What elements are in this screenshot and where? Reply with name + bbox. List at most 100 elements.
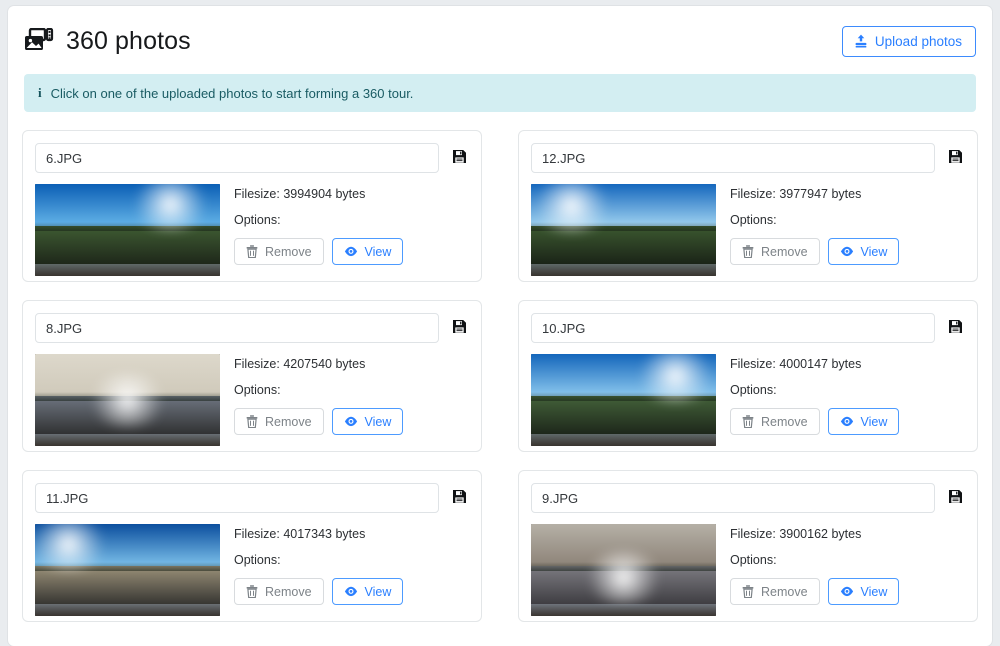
options-label: Options:: [730, 553, 777, 567]
save-button[interactable]: [449, 487, 469, 509]
view-label: View: [860, 244, 888, 259]
photo-card-body: Filesize: 4207540 bytes Options: Remove …: [35, 354, 469, 446]
info-alert-message: Click on one of the uploaded photos to s…: [50, 85, 414, 101]
photo-thumbnail[interactable]: [531, 184, 716, 276]
save-button[interactable]: [945, 487, 965, 509]
save-button[interactable]: [945, 147, 965, 169]
filename-input[interactable]: [531, 143, 935, 173]
photo-thumbnail[interactable]: [35, 354, 220, 446]
eye-icon: [344, 246, 358, 257]
view-button[interactable]: View: [331, 578, 404, 605]
eye-icon: [840, 246, 854, 257]
options-label: Options:: [730, 213, 777, 227]
thumbnail-horizon: [35, 561, 220, 571]
remove-label: Remove: [761, 584, 808, 599]
save-floppy-icon: [948, 149, 963, 167]
save-floppy-icon: [452, 319, 467, 337]
upload-icon: [854, 34, 868, 48]
upload-photos-button[interactable]: Upload photos: [841, 25, 976, 57]
photo-card: Filesize: 3994904 bytes Options:: [22, 130, 482, 282]
photo-card-body: Filesize: 3977947 bytes Options: Remove …: [531, 184, 965, 276]
page-header: 360 photos Upload photos: [8, 6, 992, 66]
thumbnail-nadir-band: [531, 604, 716, 616]
thumbnail-horizon: [531, 391, 716, 401]
page-title: 360 photos: [66, 26, 191, 55]
filesize-text: Filesize: 4000147 bytes: [730, 357, 862, 371]
photo-thumbnail[interactable]: [35, 524, 220, 616]
remove-label: Remove: [761, 244, 808, 259]
remove-button[interactable]: Remove: [234, 238, 324, 265]
thumbnail-nadir-band: [35, 434, 220, 446]
photo-card-body: Filesize: 4017343 bytes Options: Remove …: [35, 524, 469, 616]
photo-card: Filesize: 3977947 bytes Options:: [518, 130, 978, 282]
thumbnail-nadir-band: [35, 264, 220, 276]
thumbnail-sky: [35, 184, 220, 227]
eye-icon: [344, 586, 358, 597]
photo-card-header: [531, 143, 965, 173]
thumbnail-horizon: [531, 221, 716, 231]
view-label: View: [860, 584, 888, 599]
filename-input[interactable]: [35, 483, 439, 513]
photo-card-header: [531, 483, 965, 513]
options-label: Options:: [234, 553, 281, 567]
save-button[interactable]: [449, 317, 469, 339]
view-button[interactable]: View: [827, 408, 900, 435]
info-icon: i: [38, 85, 42, 100]
photo-card: Filesize: 4017343 bytes Options:: [22, 470, 482, 622]
remove-button[interactable]: Remove: [234, 408, 324, 435]
remove-label: Remove: [265, 244, 312, 259]
view-label: View: [860, 414, 888, 429]
filesize-text: Filesize: 3900162 bytes: [730, 527, 862, 541]
photo-actions: Remove View: [234, 238, 469, 265]
filename-input[interactable]: [35, 143, 439, 173]
thumbnail-nadir-band: [35, 604, 220, 616]
remove-button[interactable]: Remove: [730, 408, 820, 435]
photo-thumbnail[interactable]: [531, 524, 716, 616]
save-floppy-icon: [948, 489, 963, 507]
remove-button[interactable]: Remove: [234, 578, 324, 605]
filename-input[interactable]: [35, 313, 439, 343]
save-floppy-icon: [452, 489, 467, 507]
photo-meta: Filesize: 3900162 bytes Options: Remove …: [730, 524, 965, 616]
thumbnail-horizon: [35, 391, 220, 401]
save-button[interactable]: [449, 147, 469, 169]
view-button[interactable]: View: [331, 408, 404, 435]
photo-actions: Remove View: [730, 578, 965, 605]
photo-thumbnail[interactable]: [531, 354, 716, 446]
photo-meta: Filesize: 4017343 bytes Options: Remove …: [234, 524, 469, 616]
trash-icon: [742, 585, 754, 598]
photo-meta: Filesize: 4207540 bytes Options: Remove …: [234, 354, 469, 446]
trash-icon: [742, 245, 754, 258]
view-button[interactable]: View: [331, 238, 404, 265]
eye-icon: [344, 416, 358, 427]
filesize-text: Filesize: 4207540 bytes: [234, 357, 366, 371]
remove-button[interactable]: Remove: [730, 238, 820, 265]
photo-meta: Filesize: 4000147 bytes Options: Remove …: [730, 354, 965, 446]
view-label: View: [364, 244, 392, 259]
photo-card: Filesize: 4207540 bytes Options:: [22, 300, 482, 452]
photo-card-header: [35, 483, 469, 513]
info-alert: i Click on one of the uploaded photos to…: [24, 74, 976, 112]
filesize-text: Filesize: 3977947 bytes: [730, 187, 862, 201]
view-label: View: [364, 584, 392, 599]
filename-input[interactable]: [531, 313, 935, 343]
photo-card-body: Filesize: 4000147 bytes Options: Remove …: [531, 354, 965, 446]
remove-label: Remove: [265, 584, 312, 599]
view-button[interactable]: View: [827, 238, 900, 265]
photo-thumbnail[interactable]: [35, 184, 220, 276]
filename-input[interactable]: [531, 483, 935, 513]
thumbnail-sky: [531, 184, 716, 227]
photo-card-body: Filesize: 3900162 bytes Options: Remove …: [531, 524, 965, 616]
photo-actions: Remove View: [730, 408, 965, 435]
photo-cards-grid: Filesize: 3994904 bytes Options:: [8, 112, 992, 622]
photo-actions: Remove View: [730, 238, 965, 265]
thumbnail-sky: [531, 354, 716, 397]
trash-icon: [246, 415, 258, 428]
thumbnail-nadir-band: [531, 264, 716, 276]
remove-button[interactable]: Remove: [730, 578, 820, 605]
save-button[interactable]: [945, 317, 965, 339]
photo-meta: Filesize: 3994904 bytes Options: Remove …: [234, 184, 469, 276]
filesize-text: Filesize: 3994904 bytes: [234, 187, 366, 201]
view-label: View: [364, 414, 392, 429]
view-button[interactable]: View: [827, 578, 900, 605]
